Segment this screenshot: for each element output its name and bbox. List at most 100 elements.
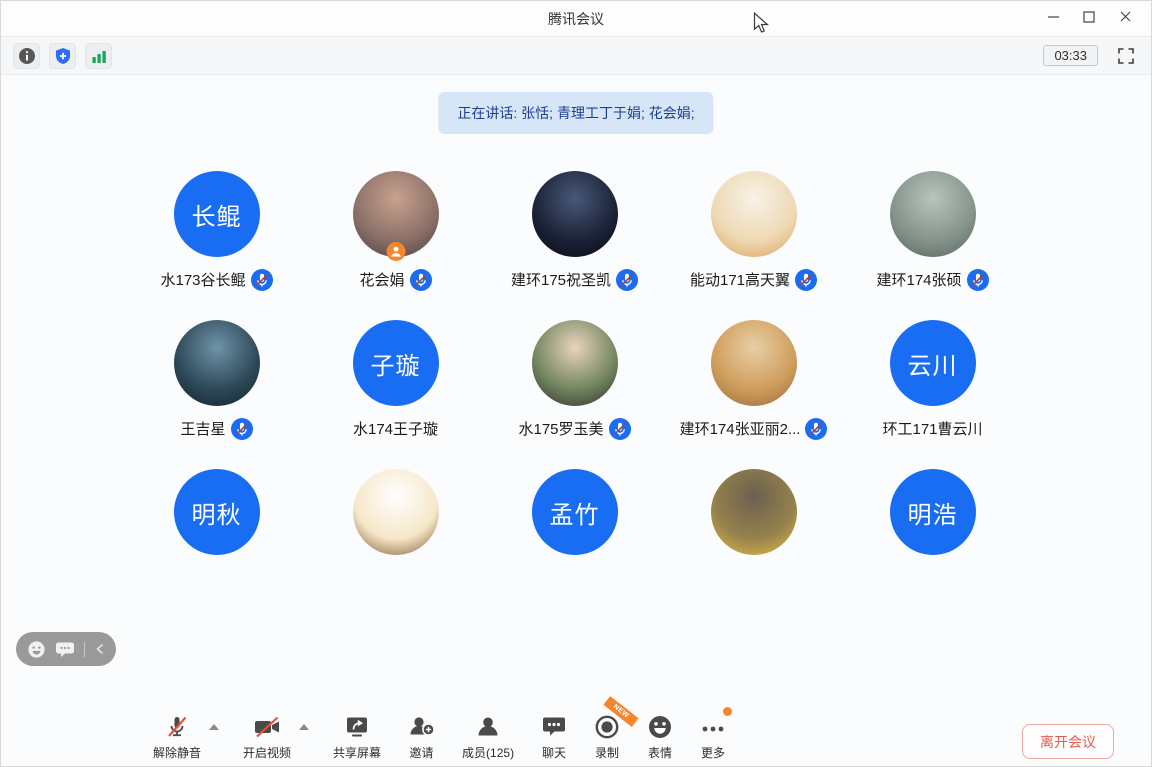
participant-tile[interactable]: 云川环工171曹云川 [843, 320, 1022, 440]
status-icons [13, 43, 112, 69]
participant-name-row: 建环174张亚丽2... [680, 417, 828, 440]
participant-name: 花会娟 [359, 269, 404, 290]
toolbar-unmute-button[interactable]: 解除静音 [153, 711, 201, 761]
mic-muted-icon [251, 269, 273, 291]
speaking-banner: 正在讲话: 张恬; 青理工丁于娟; 花会娟; [438, 92, 713, 134]
window-title: 腾讯会议 [548, 9, 604, 29]
participant-tile[interactable]: 子璇水174王子璇 [306, 320, 485, 440]
participant-name-row: 环工171曹云川 [882, 417, 982, 440]
titlebar[interactable]: 腾讯会议 [1, 1, 1151, 37]
bottom-toolbar: 解除静音 开启视频 共享屏幕邀请成员(125) 聊天 NEW 录制 表情 更多 [153, 711, 726, 761]
participant-avatar [532, 171, 618, 257]
mic-muted-icon [967, 269, 989, 291]
participant-avatar [353, 469, 439, 555]
toolbar-chat-label: 聊天 [542, 744, 566, 761]
dropdown-caret-icon[interactable] [299, 724, 309, 730]
participant-tile[interactable]: 花会娟 [306, 171, 485, 291]
minimize-button[interactable] [1035, 4, 1071, 34]
leave-meeting-button[interactable]: 离开会议 [1022, 724, 1114, 759]
info-icon [18, 47, 36, 65]
participant-tile[interactable]: 明浩 [843, 469, 1022, 555]
participant-avatar [711, 320, 797, 406]
participant-tile[interactable]: 水175罗玉美 [485, 320, 664, 440]
toolbar-emoji-button[interactable]: 表情 [647, 711, 673, 761]
fullscreen-button[interactable] [1113, 43, 1139, 69]
maximize-button[interactable] [1071, 4, 1107, 34]
participant-avatar: 孟竹 [532, 469, 618, 555]
smiley-light-icon[interactable] [27, 640, 46, 659]
meeting-timer: 03:33 [1043, 45, 1098, 66]
toolbar-members-button[interactable]: 成员(125) [462, 711, 514, 761]
mic-muted-icon [805, 418, 827, 440]
window-controls [1035, 1, 1143, 36]
record-icon: NEW [594, 711, 620, 740]
shield-icon [54, 47, 72, 65]
participant-avatar: 明秋 [174, 469, 260, 555]
info-button[interactable] [13, 43, 40, 69]
participant-tile[interactable]: 建环174张亚丽2... [664, 320, 843, 440]
participant-avatar: 长鲲 [174, 171, 260, 257]
person-icon [475, 711, 501, 740]
participant-name: 建环174张亚丽2... [680, 418, 801, 439]
signal-button[interactable] [85, 43, 112, 69]
participant-name-row: 王吉星 [180, 417, 252, 440]
smiley-dark-icon [647, 711, 673, 740]
more-dots-icon [700, 711, 726, 740]
mic-muted-icon [609, 418, 631, 440]
shield-button[interactable] [49, 43, 76, 69]
person-add-icon [408, 711, 435, 740]
toolbar-chat-button[interactable]: 聊天 [541, 711, 567, 761]
participant-tile[interactable]: 建环174张硕 [843, 171, 1022, 291]
toolbar-start-video-button[interactable]: 开启视频 [243, 711, 291, 761]
app-window: 腾讯会议 03:33 正在讲话: 张恬; 青理工丁于娟; 花会娟; 长鲲水173… [0, 0, 1152, 767]
mic-off-icon [164, 711, 190, 740]
toolbar-more-button[interactable]: 更多 [700, 711, 726, 761]
participant-avatar [711, 171, 797, 257]
participant-tile[interactable]: 能动171高天翼 [664, 171, 843, 291]
toolbar-unmute-label: 解除静音 [153, 744, 201, 761]
participant-name-row: 水173谷长鲲 [160, 268, 272, 291]
dropdown-caret-icon[interactable] [209, 724, 219, 730]
participant-tile[interactable] [306, 469, 485, 555]
chat-bubble-icon [541, 711, 567, 740]
participant-name-row: 花会娟 [359, 268, 431, 291]
participant-tile[interactable] [664, 469, 843, 555]
participant-tile[interactable]: 明秋 [127, 469, 306, 555]
signal-icon [90, 47, 108, 65]
participant-name: 王吉星 [180, 418, 225, 439]
toolbar-start-video-label: 开启视频 [243, 744, 291, 761]
chevron-left-icon[interactable] [94, 642, 106, 656]
participant-name: 水175罗玉美 [518, 418, 603, 439]
participant-name: 建环175祝圣凯 [511, 269, 611, 290]
mic-muted-icon [616, 269, 638, 291]
participant-tile[interactable]: 长鲲水173谷长鲲 [127, 171, 306, 291]
participant-tile[interactable]: 王吉星 [127, 320, 306, 440]
toolbar-emoji-label: 表情 [648, 744, 672, 761]
participant-tile[interactable]: 建环175祝圣凯 [485, 171, 664, 291]
pill-divider [84, 642, 85, 657]
participant-name-row: 水174王子璇 [353, 417, 438, 440]
notification-dot [723, 707, 732, 716]
minimize-icon [1047, 10, 1060, 28]
toolbar-record-button[interactable]: NEW 录制 [594, 711, 620, 761]
participant-avatar [353, 171, 439, 257]
participant-avatar: 云川 [890, 320, 976, 406]
participant-name: 环工171曹云川 [882, 418, 982, 439]
participant-grid: 长鲲水173谷长鲲花会娟建环175祝圣凯能动171高天翼建环174张硕王吉星子璇… [127, 171, 1022, 555]
participant-name-row: 建环175祝圣凯 [511, 268, 638, 291]
participant-avatar: 子璇 [353, 320, 439, 406]
toolbar-record-label: 录制 [595, 744, 619, 761]
participant-avatar [532, 320, 618, 406]
toolbar-invite-button[interactable]: 邀请 [408, 711, 435, 761]
mic-muted-icon [231, 418, 253, 440]
participant-name: 水173谷长鲲 [160, 269, 245, 290]
message-light-icon[interactable] [55, 641, 75, 658]
quick-reaction-pill[interactable] [16, 632, 116, 666]
participant-tile[interactable]: 孟竹 [485, 469, 664, 555]
user-role-badge-icon [386, 242, 405, 261]
toolbar-share-screen-button[interactable]: 共享屏幕 [333, 711, 381, 761]
mic-muted-icon [410, 269, 432, 291]
close-button[interactable] [1107, 4, 1143, 34]
toolbar-more-label: 更多 [701, 744, 725, 761]
participant-name: 建环174张硕 [876, 269, 961, 290]
